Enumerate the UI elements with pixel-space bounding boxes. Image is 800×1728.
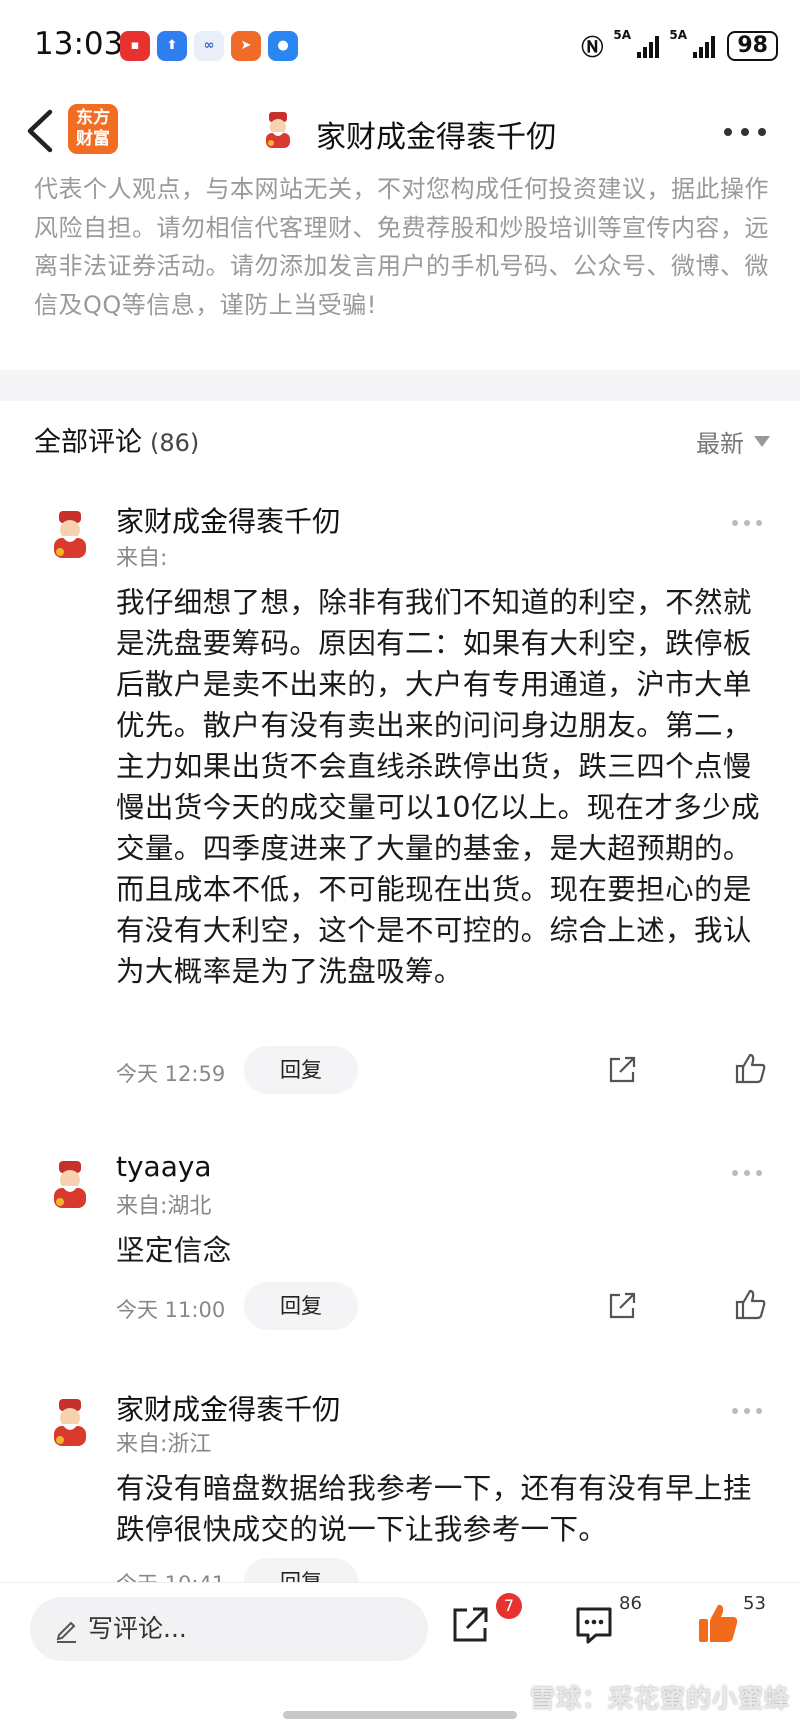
- battery-indicator: 98: [727, 31, 778, 61]
- comment-author[interactable]: tyaaya: [116, 1150, 212, 1183]
- paper-plane-notification-icon: ➤: [231, 31, 261, 61]
- page-title: 家财成金得袠千仞: [316, 120, 556, 155]
- share-icon[interactable]: [450, 1605, 490, 1645]
- comment-icon[interactable]: [574, 1605, 614, 1645]
- watermark-text: 雪球：采花蜜的小蜜蜂: [529, 1684, 790, 1713]
- signal-icon: 5A: [613, 28, 660, 58]
- message-notification-icon: ●: [268, 31, 298, 61]
- comment-more-icon[interactable]: [732, 1408, 762, 1414]
- status-time: 13:03: [34, 26, 124, 62]
- reply-button[interactable]: 回复: [244, 1558, 358, 1582]
- status-bar: 13:03 ▪ ⬆ ∞ ➤ ● Ⓝ 5A 5A 98: [0, 0, 800, 92]
- caishen-avatar-icon: [266, 112, 290, 148]
- user-avatar[interactable]: [44, 508, 96, 560]
- link-notification-icon: ∞: [194, 31, 224, 61]
- dropdown-triangle-icon: [754, 436, 770, 447]
- upload-notification-icon: ⬆: [157, 31, 187, 61]
- comment-time: 今天 10:41: [116, 1568, 225, 1582]
- comment-text: 坚定信念: [116, 1234, 232, 1267]
- comment-time: 今天 11:00: [116, 1298, 226, 1322]
- thumbs-up-icon[interactable]: [734, 1288, 768, 1322]
- comment-item: 家财成金得袠千仞 来自:浙江 有没有暗盘数据给我参考一下，还有有没有早上挂跌停很…: [0, 1388, 800, 1582]
- reply-button[interactable]: 回复: [244, 1282, 358, 1330]
- comment-text: 我仔细想了想，除非有我们不知道的利空，不然就是洗盘要筹码。原因有二：如果有大利空…: [116, 586, 760, 988]
- comment-time: 今天 12:59: [116, 1062, 226, 1086]
- thumbs-up-filled-icon[interactable]: [696, 1601, 740, 1645]
- comments-title: 全部评论: [34, 427, 142, 458]
- section-divider: [0, 370, 800, 401]
- reply-button[interactable]: 回复: [244, 1046, 358, 1094]
- pencil-icon: [56, 1621, 76, 1643]
- comments-heading: 全部评论 (86): [34, 420, 199, 459]
- share-icon[interactable]: [606, 1054, 638, 1086]
- comment-author[interactable]: 家财成金得袠千仞: [116, 500, 340, 540]
- app-header: 东方 财富 家财成金得袠千仞: [0, 92, 800, 172]
- comment-location: 来自:浙江: [116, 1432, 212, 1457]
- share-icon[interactable]: [606, 1290, 638, 1322]
- write-comment-placeholder: 写评论...: [88, 1614, 187, 1643]
- sort-dropdown[interactable]: 最新: [696, 424, 770, 459]
- comment-more-icon[interactable]: [732, 1170, 762, 1176]
- eastmoney-logo: 东方 财富: [68, 104, 118, 154]
- user-avatar[interactable]: [44, 1158, 96, 1210]
- more-options-icon[interactable]: [724, 128, 766, 136]
- signal-icon: 5A: [669, 28, 716, 58]
- risk-disclaimer: 代表个人观点，与本网站无关，不对您构成任何投资建议，据此操作风险自担。请勿相信代…: [34, 175, 769, 319]
- home-indicator[interactable]: [283, 1711, 517, 1719]
- bottom-action-bar: 写评论... 7 86 53 雪球：采花蜜的小蜜蜂: [0, 1582, 800, 1728]
- write-comment-input[interactable]: 写评论...: [30, 1597, 428, 1661]
- comment-more-icon[interactable]: [732, 520, 762, 526]
- comment-location: 来自:: [116, 546, 168, 571]
- user-avatar[interactable]: [44, 1396, 96, 1448]
- like-count: 53: [743, 1593, 766, 1614]
- share-count-badge: 7: [496, 1593, 522, 1619]
- thumbs-up-icon[interactable]: [734, 1052, 768, 1086]
- comment-author[interactable]: 家财成金得袠千仞: [116, 1388, 340, 1428]
- back-arrow-icon[interactable]: [22, 106, 62, 156]
- comment-location: 来自:湖北: [116, 1194, 212, 1219]
- sort-label: 最新: [696, 430, 744, 458]
- status-right: Ⓝ 5A 5A 98: [581, 28, 778, 62]
- nfc-icon: Ⓝ: [581, 36, 604, 61]
- comment-count: 86: [619, 1593, 642, 1614]
- comment-text: 有没有暗盘数据给我参考一下，还有有没有早上挂跌停很快成交的说一下让我参考一下。: [116, 1472, 752, 1546]
- comments-count: (86): [150, 429, 200, 457]
- app-notification-icon: ▪: [120, 31, 150, 61]
